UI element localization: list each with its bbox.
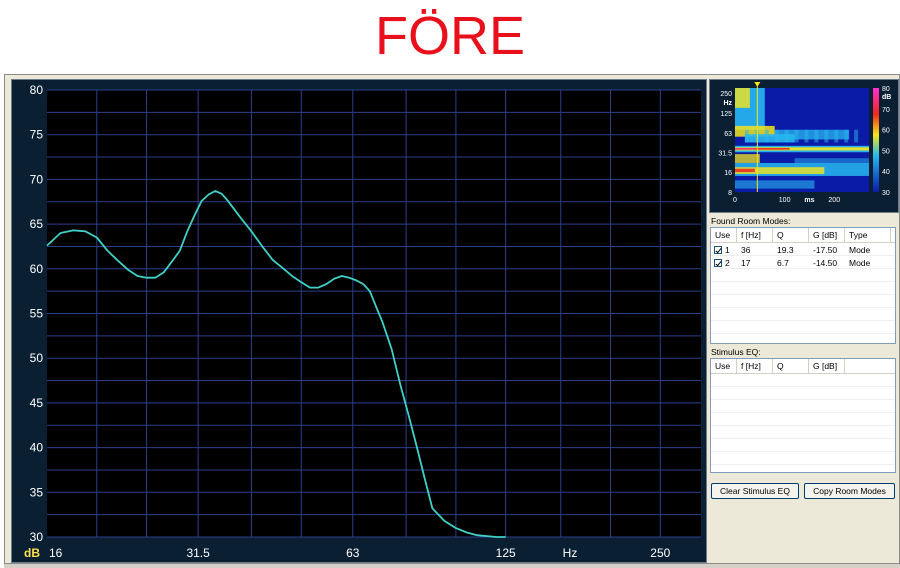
found-modes-table[interactable]: Use f [Hz] Q G [dB] Type 1 36 19.3 -17.5…	[710, 227, 896, 344]
col-header-type[interactable]: Type	[845, 228, 891, 242]
mode-frequency: 36	[741, 245, 751, 255]
color-scale-unit: dB	[882, 94, 891, 101]
mode-use: 1	[725, 244, 730, 255]
checkbox-icon[interactable]	[714, 258, 722, 267]
spectrogram-x-tick: 200	[828, 197, 840, 204]
spectrogram-svg: 250 125 63 31.5 16 8 Hz 0 100 200 ms 80 70 60 50 40 30 dB	[718, 82, 891, 204]
col-header-gain[interactable]: G [dB]	[809, 359, 845, 373]
mode-type: Mode	[849, 245, 871, 255]
page-title: FÖRE	[374, 6, 525, 66]
spectrogram-streak	[804, 129, 809, 143]
spectrogram-panel[interactable]: 250 125 63 31.5 16 8 Hz 0 100 200 ms 80 70 60 50 40 30 dB	[709, 79, 899, 213]
color-scale-tick: 80	[882, 86, 890, 93]
found-modes-body: 1 36 19.3 -17.50 Mode 2 17 6.7 -14.50 Mo…	[711, 243, 895, 269]
side-panel: 250 125 63 31.5 16 8 Hz 0 100 200 ms 80 70 60 50 40 30 dB…	[709, 79, 900, 563]
y-tick-label: 75	[30, 128, 44, 142]
spectrogram-band	[735, 154, 760, 163]
y-tick-label: 50	[30, 351, 44, 365]
y-tick-label: 45	[30, 396, 44, 410]
spectrogram-y-tick: 16	[724, 170, 732, 177]
col-header-use[interactable]: Use	[711, 228, 737, 242]
spectrogram-streak	[814, 129, 819, 143]
spectrogram-y-tick: 8	[728, 190, 732, 197]
spectrogram-band	[735, 180, 815, 189]
col-header-q[interactable]: Q	[773, 228, 809, 242]
stimulus-eq-header: Use f [Hz] Q G [dB]	[711, 359, 895, 374]
frequency-response-svg: 80 75 70 65 60 55 50 45 40 35 30 16 31.5 63 125 250 dB Hz	[24, 83, 701, 560]
checkbox-icon[interactable]	[714, 245, 722, 254]
y-tick-label: 30	[30, 530, 44, 544]
x-tick-label: 63	[346, 546, 360, 560]
col-header-use[interactable]: Use	[711, 359, 737, 373]
color-scale-bar	[873, 88, 879, 192]
mode-use: 2	[725, 257, 730, 268]
col-header-q[interactable]: Q	[773, 359, 809, 373]
copy-room-modes-button[interactable]: Copy Room Modes	[804, 483, 895, 499]
spectrogram-streak	[794, 129, 799, 143]
mode-q: 6.7	[777, 258, 789, 268]
spectrogram-y-tick: 125	[720, 111, 732, 118]
found-modes-label: Found Room Modes:	[711, 216, 791, 226]
stimulus-eq-table[interactable]: Use f [Hz] Q G [dB]	[710, 358, 896, 473]
found-modes-header: Use f [Hz] Q G [dB] Type	[711, 228, 895, 243]
y-tick-label: 70	[30, 172, 44, 186]
spectrogram-x-tick: 100	[779, 197, 791, 204]
spectrogram-streak	[844, 129, 849, 143]
stimulus-eq-grid	[711, 374, 895, 472]
status-strip	[4, 564, 900, 568]
y-tick-label: 40	[30, 441, 44, 455]
spectrogram-x-unit: ms	[804, 197, 814, 204]
x-tick-label: 16	[49, 546, 63, 560]
x-tick-label: 250	[650, 546, 670, 560]
color-scale-tick: 30	[882, 190, 890, 197]
y-tick-label: 60	[30, 262, 44, 276]
col-header-freq[interactable]: f [Hz]	[737, 359, 773, 373]
stimulus-eq-label: Stimulus EQ:	[711, 347, 761, 357]
color-scale-tick: 60	[882, 128, 890, 135]
col-header-gain[interactable]: G [dB]	[809, 228, 845, 242]
spectrogram-streak	[744, 129, 749, 143]
color-scale-tick: 40	[882, 169, 890, 176]
spectrogram-streak	[764, 129, 769, 143]
spectrogram-streak	[834, 129, 839, 143]
spectrogram-streak	[784, 129, 789, 143]
spectrogram-band	[735, 168, 755, 173]
y-tick-label: 35	[30, 485, 44, 499]
spectrogram-streak	[824, 129, 829, 143]
table-row[interactable]: 1 36 19.3 -17.50 Mode	[711, 243, 895, 256]
clear-stimulus-eq-button[interactable]: Clear Stimulus EQ	[711, 483, 799, 499]
frequency-response-plot[interactable]: 80 75 70 65 60 55 50 45 40 35 30 16 31.5 63 125 250 dB Hz	[11, 79, 707, 563]
app-window: 80 75 70 65 60 55 50 45 40 35 30 16 31.5 63 125 250 dB Hz…	[4, 74, 900, 564]
spectrogram-y-tick: 63	[724, 131, 732, 138]
spectrogram-streak	[854, 129, 859, 143]
x-tick-label: 125	[496, 546, 516, 560]
time-marker-handle	[754, 82, 761, 87]
col-header-freq[interactable]: f [Hz]	[737, 228, 773, 242]
spectrogram-band	[735, 148, 755, 150]
spectrogram-band	[735, 88, 750, 108]
table-row[interactable]: 2 17 6.7 -14.50 Mode	[711, 256, 895, 269]
spectrogram-y-unit: Hz	[723, 100, 732, 107]
spectrogram-streak	[774, 129, 779, 143]
y-tick-label: 80	[30, 83, 44, 97]
spectrogram-y-tick: 31.5	[718, 151, 732, 158]
mode-q: 19.3	[777, 245, 794, 255]
y-tick-label: 55	[30, 307, 44, 321]
x-tick-label: 31.5	[186, 546, 210, 560]
color-scale-tick: 50	[882, 148, 890, 155]
color-scale-tick: 70	[882, 107, 890, 114]
mode-gain: -14.50	[813, 258, 838, 268]
mode-type: Mode	[849, 258, 871, 268]
y-tick-label: 65	[30, 217, 44, 231]
mode-frequency: 17	[741, 258, 751, 268]
spectrogram-y-tick: 250	[720, 91, 732, 98]
mode-gain: -17.50	[813, 245, 838, 255]
x-unit-label: Hz	[563, 546, 578, 560]
spectrogram-band	[794, 158, 869, 163]
spectrogram-x-tick: 0	[733, 197, 737, 204]
y-unit-label: dB	[24, 546, 40, 560]
